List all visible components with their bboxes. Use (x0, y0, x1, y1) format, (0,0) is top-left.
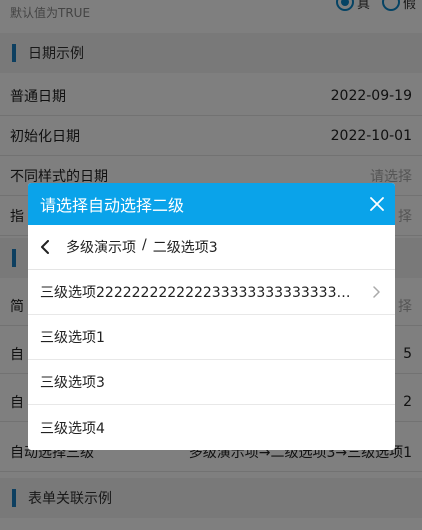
option-item[interactable]: 三级选项4 (28, 405, 395, 450)
dialog-header: 请选择自动选择二级 (28, 183, 395, 225)
breadcrumb-level-2: 二级选项3 (152, 240, 218, 256)
option-label: 三级选项1 (40, 330, 105, 346)
option-item[interactable]: 三级选项222222222222233333333333333333344444 (28, 270, 395, 315)
breadcrumb-row: 多级演示项 / 二级选项3 (28, 225, 395, 270)
breadcrumb-level-1[interactable]: 多级演示项 (66, 237, 136, 257)
option-label: 三级选项222222222222233333333333333333344444 (40, 285, 355, 301)
chevron-left-icon[interactable] (40, 240, 54, 254)
dialog-title: 请选择自动选择二级 (40, 196, 185, 215)
option-item[interactable]: 三级选项1 (28, 315, 395, 360)
option-item[interactable]: 三级选项3 (28, 360, 395, 405)
breadcrumb-separator: / (142, 237, 147, 253)
close-icon[interactable] (369, 196, 385, 212)
breadcrumb: 多级演示项 / 二级选项3 (66, 237, 218, 257)
option-label: 三级选项3 (40, 375, 105, 391)
option-label: 三级选项4 (40, 420, 105, 437)
cascade-picker-dialog: 请选择自动选择二级 多级演示项 / 二级选项3 三级选项222222222222… (28, 183, 395, 450)
chevron-right-icon (373, 286, 383, 298)
